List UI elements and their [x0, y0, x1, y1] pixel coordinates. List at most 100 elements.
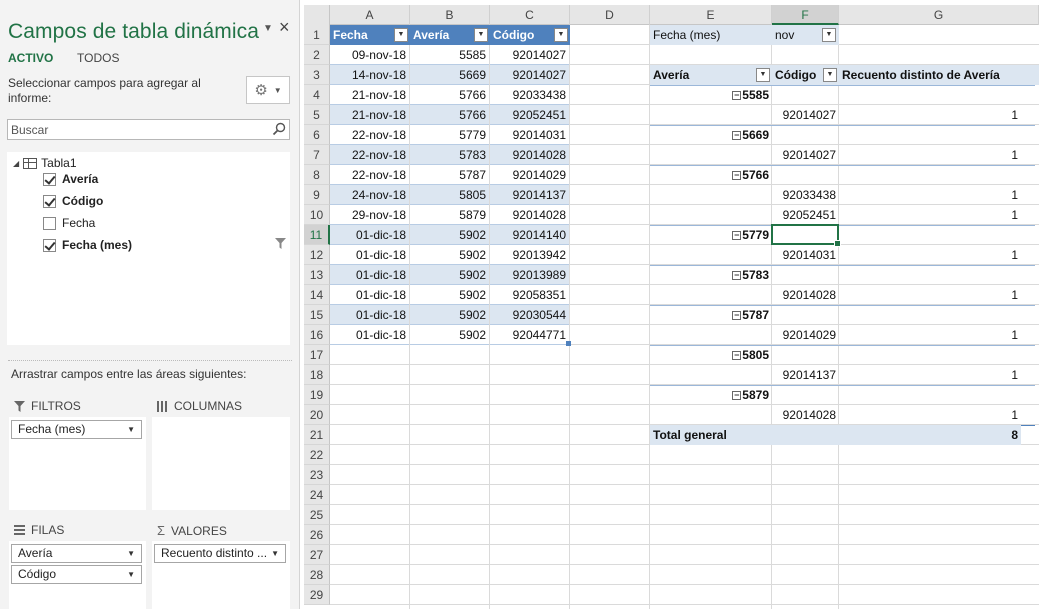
table-cell[interactable]: 01-dic-18	[330, 225, 409, 245]
pivot-count-cell[interactable]: 1	[839, 205, 1021, 225]
table-cell[interactable]: 5879	[410, 205, 489, 225]
table-cell[interactable]: 21-nov-18	[330, 105, 409, 125]
collapse-minus-icon[interactable]: −	[732, 171, 742, 180]
row-header-9[interactable]: 9	[304, 185, 330, 205]
pivot-group-row[interactable]: −5779	[650, 225, 772, 245]
row-header-15[interactable]: 15	[304, 305, 330, 325]
pivot-count-cell[interactable]: 1	[839, 365, 1021, 385]
row-header-5[interactable]: 5	[304, 105, 330, 125]
row-header-12[interactable]: 12	[304, 245, 330, 265]
table-cell[interactable]: 5766	[410, 105, 489, 125]
table-cell[interactable]: 92033438	[490, 85, 569, 105]
pivot-header-cell[interactable]: Avería	[650, 65, 772, 85]
row-header-11[interactable]: 11	[304, 225, 330, 245]
area-values[interactable]: Recuento distinto ... ▼	[152, 541, 290, 609]
table-cell[interactable]: 5787	[410, 165, 489, 185]
row-header-25[interactable]: 25	[304, 505, 330, 525]
checkbox-averia[interactable]	[43, 172, 56, 186]
table-cell[interactable]: 92014137	[490, 185, 569, 205]
tab-activo[interactable]: ACTIVO	[8, 51, 53, 65]
pane-options-chevron-down-icon[interactable]: ▼	[263, 23, 273, 34]
pivot-count-cell[interactable]: 1	[839, 185, 1021, 205]
table-cell[interactable]: 01-dic-18	[330, 245, 409, 265]
column-header-f[interactable]: F	[772, 5, 839, 25]
select-all-corner[interactable]	[304, 5, 330, 25]
area-columns[interactable]	[152, 417, 290, 510]
search-icon[interactable]	[272, 122, 286, 136]
chevron-down-icon[interactable]: ▼	[127, 545, 135, 562]
collapse-minus-icon[interactable]: −	[732, 391, 742, 400]
checkbox-fecha[interactable]	[43, 216, 56, 230]
filter-dropdown-icon[interactable]: ▼	[554, 28, 568, 42]
checkbox-codigo[interactable]	[43, 194, 56, 208]
table-cell[interactable]: 5902	[410, 265, 489, 285]
filter-dropdown-icon[interactable]: ▼	[474, 28, 488, 42]
table-cell[interactable]: 22-nov-18	[330, 145, 409, 165]
row-header-28[interactable]: 28	[304, 565, 330, 585]
pivot-group-row[interactable]: −5787	[650, 305, 772, 325]
table-cell[interactable]: 09-nov-18	[330, 45, 409, 65]
table-cell[interactable]: 5805	[410, 185, 489, 205]
row-header-10[interactable]: 10	[304, 205, 330, 225]
chevron-down-icon[interactable]: ▼	[271, 545, 279, 562]
pivot-group-row[interactable]: −5783	[650, 265, 772, 285]
column-header-a[interactable]: A	[330, 5, 410, 25]
pivot-code-cell[interactable]: 92014137	[772, 365, 839, 385]
chevron-down-icon[interactable]: ▼	[127, 421, 135, 438]
row-header-6[interactable]: 6	[304, 125, 330, 145]
pivot-code-cell[interactable]: 92033438	[772, 185, 839, 205]
row-header-7[interactable]: 7	[304, 145, 330, 165]
worksheet[interactable]: ABCDEFG 1 2 3 4 5 6 7 8 9 10 11 12 13 14 15 16 17 18 19 20 2…	[304, 5, 1039, 609]
area-item-averia[interactable]: Avería ▼	[11, 544, 142, 563]
row-header-24[interactable]: 24	[304, 485, 330, 505]
filter-icon[interactable]	[275, 238, 286, 249]
close-icon[interactable]: ×	[279, 17, 290, 38]
active-cell-F11[interactable]	[771, 224, 841, 247]
checkbox-fecha-mes[interactable]	[43, 238, 56, 252]
collapse-minus-icon[interactable]: −	[732, 271, 742, 280]
row-header-27[interactable]: 27	[304, 545, 330, 565]
search-input[interactable]	[8, 120, 264, 139]
area-filters[interactable]: Fecha (mes) ▼	[9, 417, 146, 510]
table-resize-handle[interactable]	[566, 341, 571, 346]
table-cell[interactable]: 92014027	[490, 45, 569, 65]
collapse-minus-icon[interactable]: −	[732, 311, 742, 320]
table-cell[interactable]: 5783	[410, 145, 489, 165]
pivot-filter-dropdown-icon[interactable]: ▼	[823, 68, 837, 82]
row-header-22[interactable]: 22	[304, 445, 330, 465]
pivot-group-row[interactable]: −5879	[650, 385, 772, 405]
table-cell[interactable]: 01-dic-18	[330, 285, 409, 305]
pivot-count-cell[interactable]: 1	[839, 285, 1021, 305]
column-header-b[interactable]: B	[410, 5, 490, 25]
table-cell[interactable]: 01-dic-18	[330, 305, 409, 325]
pivot-count-cell[interactable]: 1	[839, 405, 1021, 425]
pivot-count-cell[interactable]: 1	[839, 325, 1021, 345]
table-cell[interactable]: 14-nov-18	[330, 65, 409, 85]
area-rows[interactable]: Avería ▼ Código ▼	[9, 541, 146, 609]
table-cell[interactable]: 5585	[410, 45, 489, 65]
row-header-3[interactable]: 3	[304, 65, 330, 85]
row-header-23[interactable]: 23	[304, 465, 330, 485]
table-cell[interactable]: 29-nov-18	[330, 205, 409, 225]
table-cell[interactable]: 92013942	[490, 245, 569, 265]
table-cell[interactable]: 22-nov-18	[330, 125, 409, 145]
row-header-2[interactable]: 2	[304, 45, 330, 65]
column-header-e[interactable]: E	[650, 5, 772, 25]
table-cell[interactable]: 5779	[410, 125, 489, 145]
pivot-header-cell[interactable]: Recuento distinto de Avería	[839, 65, 1039, 85]
pivot-group-row[interactable]: −5805	[650, 345, 772, 365]
collapse-minus-icon[interactable]: −	[732, 351, 742, 360]
filter-applied-icon[interactable]: ▼	[822, 28, 836, 42]
table-cell[interactable]: 5902	[410, 225, 489, 245]
column-header-g[interactable]: G	[839, 5, 1039, 25]
table-cell[interactable]: 5902	[410, 325, 489, 345]
row-header-21[interactable]: 21	[304, 425, 330, 445]
row-header-20[interactable]: 20	[304, 405, 330, 425]
area-item-recuento[interactable]: Recuento distinto ... ▼	[154, 544, 286, 563]
field-codigo[interactable]: Código	[43, 192, 103, 210]
pivot-group-row[interactable]: −5766	[650, 165, 772, 185]
table-cell[interactable]: 5902	[410, 305, 489, 325]
pivot-group-row[interactable]: −5669	[650, 125, 772, 145]
table-cell[interactable]: 5766	[410, 85, 489, 105]
pivot-code-cell[interactable]: 92014027	[772, 145, 839, 165]
